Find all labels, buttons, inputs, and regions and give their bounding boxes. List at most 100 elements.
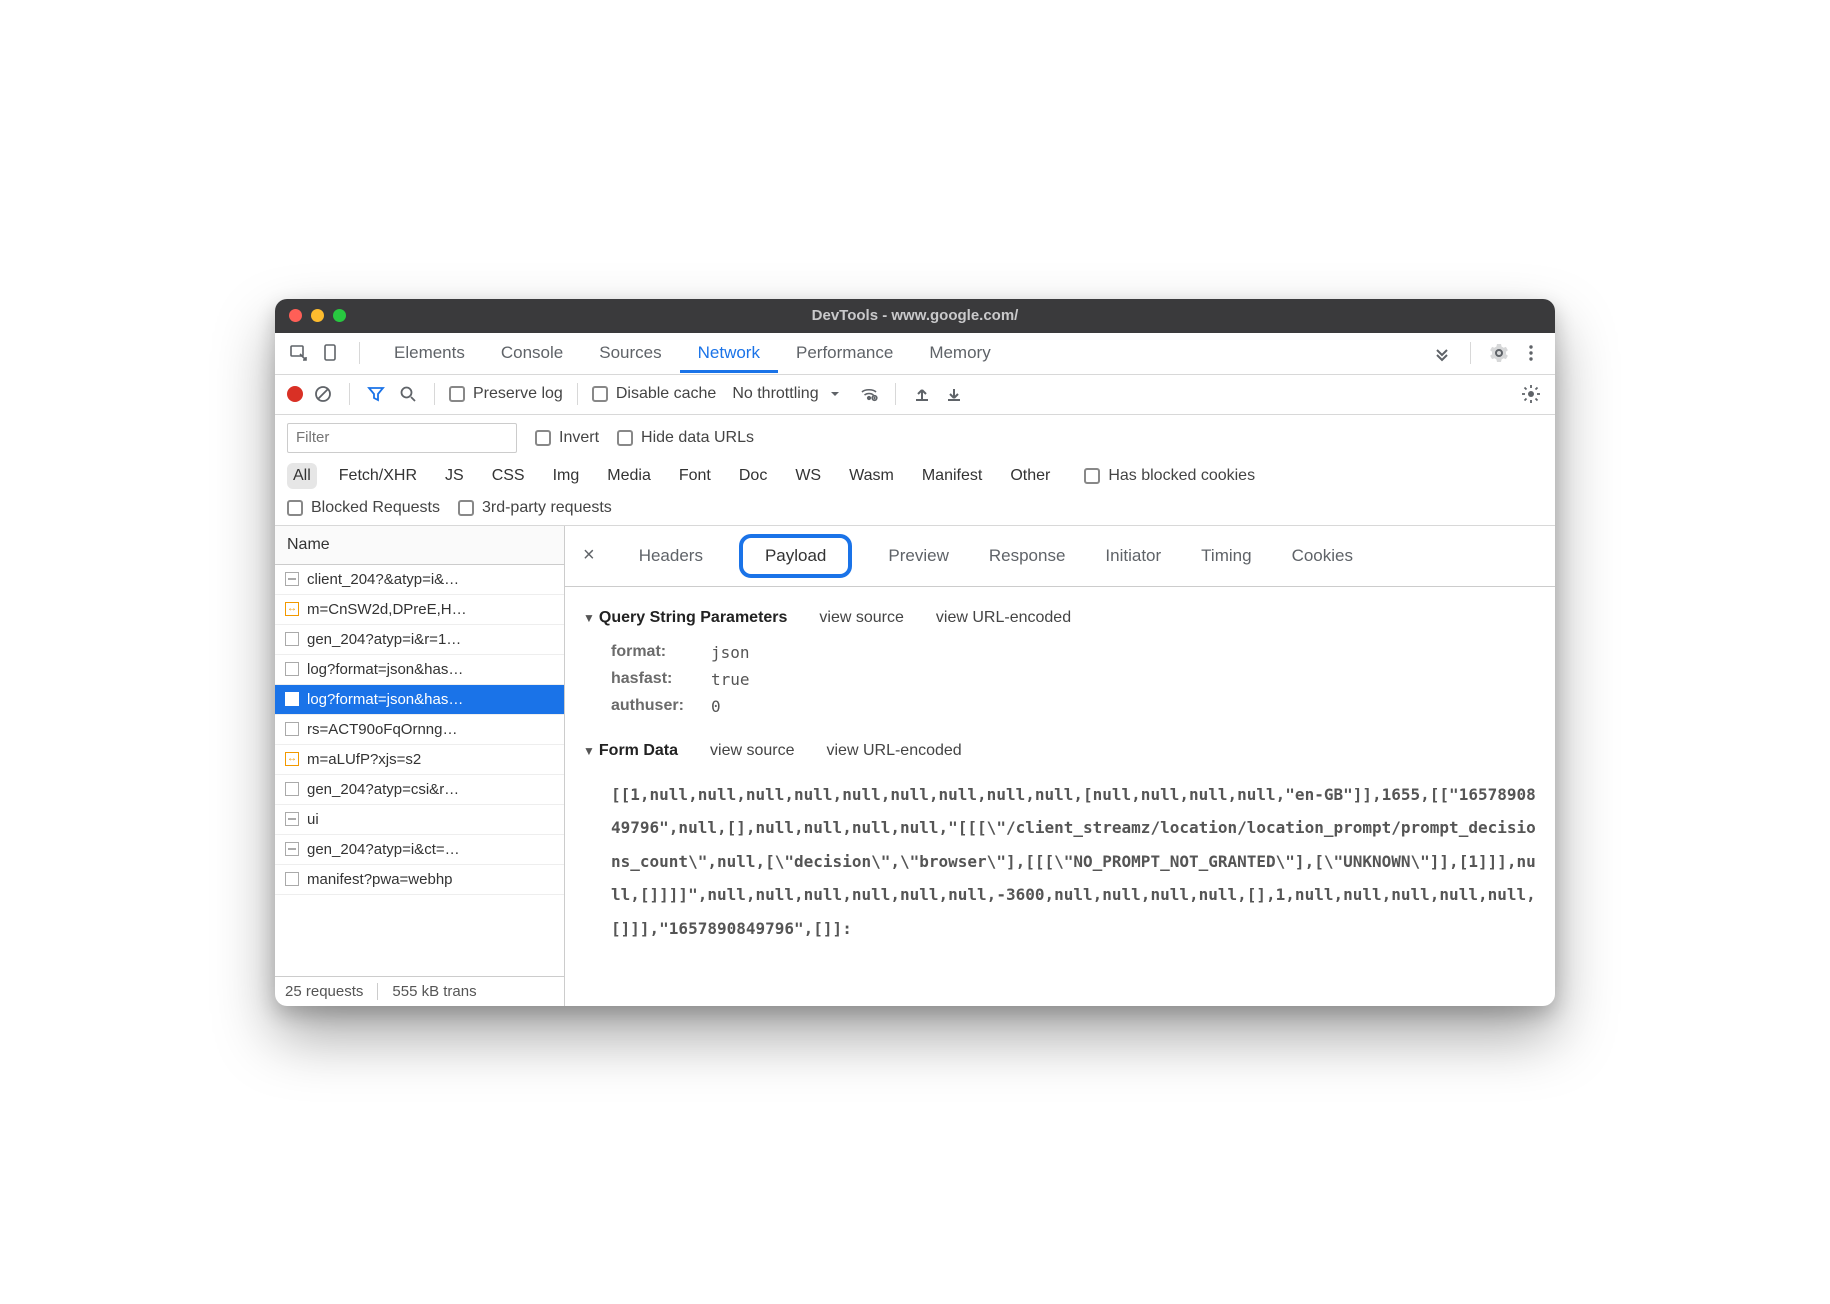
window-controls [275,309,346,322]
network-conditions-icon[interactable] [857,382,881,406]
tab-console[interactable]: Console [483,333,581,373]
qsp-section-toggle[interactable]: ▼Query String Parameters [583,609,787,627]
formdata-view-source[interactable]: view source [710,742,794,760]
file-icon [285,752,299,766]
type-filter-manifest[interactable]: Manifest [916,463,988,489]
detail-tab-timing[interactable]: Timing [1197,544,1255,568]
close-detail-icon[interactable]: × [583,544,595,567]
clear-icon[interactable] [311,382,335,406]
detail-tab-payload[interactable]: Payload [739,534,852,578]
type-filter-css[interactable]: CSS [486,463,531,489]
request-name: manifest?pwa=webhp [307,871,453,888]
type-filter-media[interactable]: Media [601,463,657,489]
file-icon [285,572,299,586]
formdata-content: [[1,null,null,null,null,null,null,null,n… [583,772,1537,946]
throttling-select[interactable]: No throttling [724,385,848,403]
detail-tab-preview[interactable]: Preview [884,544,952,568]
request-row[interactable]: ui [275,805,564,835]
kebab-menu-icon[interactable] [1519,341,1543,365]
qsp-row: format:json [583,639,1537,666]
request-row[interactable]: log?format=json&has… [275,655,564,685]
download-har-icon[interactable] [942,382,966,406]
qsp-view-encoded[interactable]: view URL-encoded [936,609,1071,627]
blocked-requests-checkbox[interactable]: Blocked Requests [287,499,440,517]
type-filter-js[interactable]: JS [439,463,470,489]
upload-har-icon[interactable] [910,382,934,406]
filter-area: Invert Hide data URLs All Fetch/XHR JS CSS I… [275,415,1555,526]
tab-network[interactable]: Network [680,333,778,373]
settings-gear-icon[interactable] [1487,341,1511,365]
type-filter-doc[interactable]: Doc [733,463,773,489]
type-filter-font[interactable]: Font [673,463,717,489]
third-party-checkbox[interactable]: 3rd-party requests [458,499,612,517]
type-filter-fetchxhr[interactable]: Fetch/XHR [333,463,423,489]
detail-tabs: × Headers Payload Preview Response Initiator… [565,526,1555,587]
request-name: gen_204?atyp=csi&r… [307,781,459,798]
request-name: gen_204?atyp=i&ct=… [307,841,460,858]
tab-memory[interactable]: Memory [911,333,1008,373]
request-list-panel: Name client_204?&atyp=i&…m=CnSW2d,DPreE,… [275,526,565,1006]
network-settings-gear-icon[interactable] [1519,382,1543,406]
hide-data-urls-checkbox[interactable]: Hide data URLs [617,429,754,447]
type-filter-wasm[interactable]: Wasm [843,463,900,489]
request-row[interactable]: m=aLUfP?xjs=s2 [275,745,564,775]
close-window-button[interactable] [289,309,302,322]
more-tabs-icon[interactable] [1430,341,1454,365]
detail-tab-headers[interactable]: Headers [635,544,707,568]
file-icon [285,872,299,886]
qsp-view-source[interactable]: view source [819,609,903,627]
filter-funnel-icon[interactable] [364,382,388,406]
invert-checkbox[interactable]: Invert [535,429,599,447]
inspect-icon[interactable] [287,341,311,365]
resource-type-filters: All Fetch/XHR JS CSS Img Media Font Doc WS Wasm Ma… [287,463,1543,489]
request-name: gen_204?atyp=i&r=1… [307,631,461,648]
request-row[interactable]: gen_204?atyp=csi&r… [275,775,564,805]
qsp-row: authuser:0 [583,693,1537,720]
request-row[interactable]: log?format=json&has… [275,685,564,715]
tab-elements[interactable]: Elements [376,333,483,373]
payload-body: ▼Query String Parameters view source vie… [565,587,1555,966]
detail-tab-cookies[interactable]: Cookies [1288,544,1357,568]
request-row[interactable]: client_204?&atyp=i&… [275,565,564,595]
device-toggle-icon[interactable] [319,341,343,365]
request-row[interactable]: gen_204?atyp=i&r=1… [275,625,564,655]
search-icon[interactable] [396,382,420,406]
request-row[interactable]: rs=ACT90oFqOrnng… [275,715,564,745]
request-count: 25 requests [285,983,363,1000]
request-name: log?format=json&has… [307,691,463,708]
request-name: ui [307,811,319,828]
main-toolbar: ElementsConsoleSourcesNetworkPerformance… [275,333,1555,375]
filter-input[interactable] [287,423,517,453]
type-filter-other[interactable]: Other [1004,463,1056,489]
file-icon [285,782,299,796]
file-icon [285,722,299,736]
formdata-view-encoded[interactable]: view URL-encoded [827,742,962,760]
request-list: client_204?&atyp=i&…m=CnSW2d,DPreE,H… gen… [275,565,564,976]
request-row[interactable]: manifest?pwa=webhp [275,865,564,895]
minimize-window-button[interactable] [311,309,324,322]
maximize-window-button[interactable] [333,309,346,322]
type-filter-img[interactable]: Img [547,463,586,489]
file-icon [285,662,299,676]
transfer-size: 555 kB trans [392,983,476,1000]
request-name: log?format=json&has… [307,661,463,678]
request-row[interactable]: m=CnSW2d,DPreE,H… [275,595,564,625]
detail-tab-initiator[interactable]: Initiator [1101,544,1165,568]
preserve-log-checkbox[interactable]: Preserve log [449,385,563,403]
request-name: rs=ACT90oFqOrnng… [307,721,457,738]
name-column-header[interactable]: Name [275,526,564,565]
tab-performance[interactable]: Performance [778,333,911,373]
formdata-section-toggle[interactable]: ▼Form Data [583,742,678,760]
has-blocked-cookies-checkbox[interactable]: Has blocked cookies [1084,467,1255,485]
type-filter-all[interactable]: All [287,463,317,489]
network-toolbar: Preserve log Disable cache No throttling [275,375,1555,415]
request-row[interactable]: gen_204?atyp=i&ct=… [275,835,564,865]
detail-tab-response[interactable]: Response [985,544,1070,568]
file-icon [285,692,299,706]
record-button[interactable] [287,386,303,402]
file-icon [285,632,299,646]
disable-cache-checkbox[interactable]: Disable cache [592,385,717,403]
tab-sources[interactable]: Sources [581,333,679,373]
type-filter-ws[interactable]: WS [789,463,827,489]
file-icon [285,602,299,616]
